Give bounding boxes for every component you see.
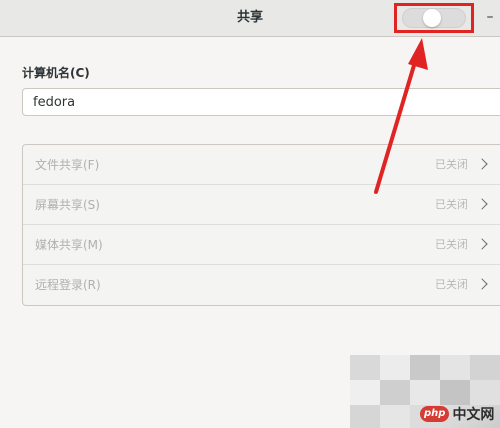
- computer-name-input[interactable]: [22, 88, 500, 116]
- chevron-right-icon: [476, 238, 488, 250]
- sharing-item-status: 已关闭: [435, 278, 468, 291]
- chevron-right-icon: [476, 158, 488, 170]
- sharing-item-status: 已关闭: [435, 198, 468, 211]
- sharing-item-screen[interactable]: 屏幕共享(S) 已关闭: [23, 185, 500, 225]
- chevron-right-icon: [476, 198, 488, 210]
- sharing-item-label: 远程登录(R): [35, 278, 101, 292]
- sharing-item-media[interactable]: 媒体共享(M) 已关闭: [23, 225, 500, 265]
- sharing-item-label: 屏幕共享(S): [35, 198, 100, 212]
- php-logo: php: [420, 406, 450, 422]
- sharing-item-status: 已关闭: [435, 238, 468, 251]
- sharing-window: 共享 – 计算机名(C) 文件共享(F) 已关闭 屏幕共享(S) 已关闭 媒体共…: [0, 0, 500, 428]
- toggle-knob[interactable]: [423, 9, 441, 27]
- header-bar: 共享 –: [0, 0, 500, 37]
- computer-name-label: 计算机名(C): [22, 66, 90, 80]
- watermark: php 中文网: [420, 404, 494, 424]
- chevron-right-icon: [476, 278, 488, 290]
- sharing-toggle-switch[interactable]: [402, 8, 466, 28]
- sharing-item-file[interactable]: 文件共享(F) 已关闭: [23, 145, 500, 185]
- sharing-list: 文件共享(F) 已关闭 屏幕共享(S) 已关闭 媒体共享(M) 已关闭 远程登录…: [22, 144, 500, 306]
- watermark-text: 中文网: [452, 407, 495, 423]
- sharing-item-remote-login[interactable]: 远程登录(R) 已关闭: [23, 265, 500, 305]
- minimize-button[interactable]: –: [482, 6, 498, 30]
- sharing-item-label: 媒体共享(M): [35, 238, 103, 252]
- sharing-item-status: 已关闭: [435, 158, 468, 171]
- sharing-item-label: 文件共享(F): [35, 158, 100, 172]
